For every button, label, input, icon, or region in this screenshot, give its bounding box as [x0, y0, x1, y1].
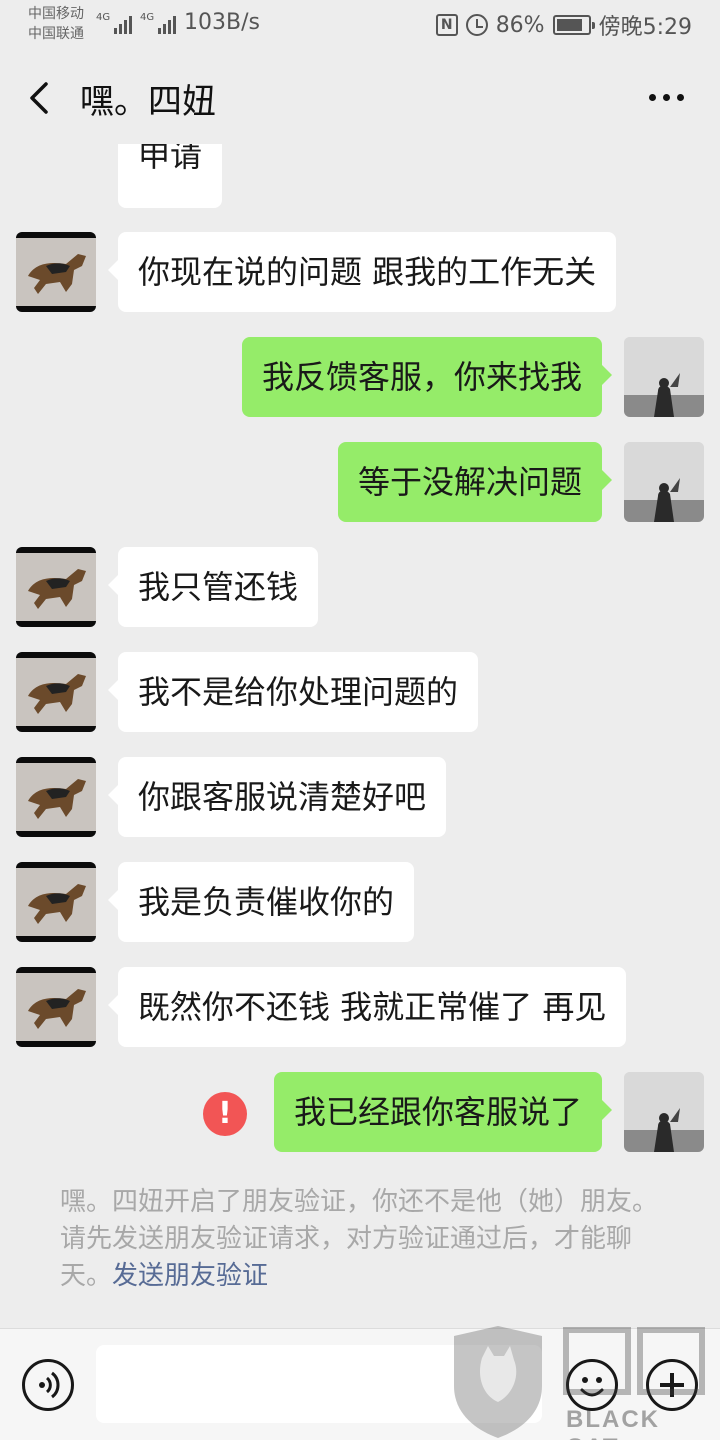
- emoji-icon[interactable]: [566, 1359, 618, 1411]
- message-row: 我反馈客服，你来找我: [0, 337, 720, 417]
- message-bubble-incoming[interactable]: 申请: [118, 144, 223, 208]
- chat-header: 嘿。四妞: [0, 52, 720, 144]
- message-row: 等于没解决问题: [0, 442, 720, 522]
- message-row: 我只管还钱: [0, 547, 720, 627]
- carrier-names: 中国移动 中国联通: [28, 4, 84, 44]
- voice-icon[interactable]: [22, 1359, 74, 1411]
- net-speed: 103B/s: [184, 10, 260, 35]
- battery-percent: 86%: [495, 12, 545, 38]
- send-friend-verification-link[interactable]: 发送朋友验证: [112, 1261, 268, 1291]
- nfc-icon: N: [435, 14, 458, 36]
- battery-fill: [556, 19, 583, 31]
- message-bubble-outgoing[interactable]: 我已经跟你客服说了: [273, 1072, 613, 1152]
- message-bubble-outgoing[interactable]: 等于没解决问题: [337, 442, 613, 522]
- signal-icon-1: 4G: [96, 12, 133, 34]
- message-bubble-incoming[interactable]: 我只管还钱: [107, 547, 319, 627]
- status-right: N 86% 傍晚5:29: [435, 9, 692, 41]
- page-title: 嘿。四妞: [80, 82, 216, 122]
- contact-avatar[interactable]: [16, 547, 96, 627]
- system-notice: 嘿。四妞开启了朋友验证，你还不是他（她）朋友。请先发送朋友验证请求，对方验证通过…: [60, 1184, 670, 1295]
- chevron-left-icon[interactable]: [26, 82, 52, 114]
- contact-avatar[interactable]: [16, 652, 96, 732]
- message-bubble-incoming[interactable]: 你跟客服说清楚好吧: [107, 757, 447, 837]
- message-bubble-incoming[interactable]: 既然你不还钱 我就正常催了 再见: [107, 967, 627, 1047]
- status-bar: 中国移动 中国联通 4G 4G 103B/s N 86% 傍晚5:29: [0, 0, 720, 52]
- message-row: 你跟客服说清楚好吧: [0, 757, 720, 837]
- message-row: ! 我已经跟你客服说了: [0, 1072, 720, 1152]
- message-bubble-incoming[interactable]: 你现在说的问题 跟我的工作无关: [107, 232, 617, 312]
- message-row: 申请: [0, 144, 720, 208]
- alarm-icon: [465, 14, 488, 36]
- message-bubble-outgoing[interactable]: 我反馈客服，你来找我: [241, 337, 613, 417]
- clock: 傍晚5:29: [598, 15, 692, 40]
- message-row: 我不是给你处理问题的: [0, 652, 720, 732]
- contact-avatar[interactable]: [16, 757, 96, 837]
- user-avatar[interactable]: [624, 1072, 704, 1152]
- carrier-2: 中国联通: [28, 26, 84, 42]
- message-row: 既然你不还钱 我就正常催了 再见: [0, 967, 720, 1047]
- message-bubble-incoming[interactable]: 我是负责催收你的: [107, 862, 415, 942]
- plus-icon[interactable]: [646, 1359, 698, 1411]
- contact-avatar[interactable]: [16, 967, 96, 1047]
- user-avatar[interactable]: [624, 337, 704, 417]
- message-row: 我是负责催收你的: [0, 862, 720, 942]
- carrier-1: 中国移动: [28, 6, 84, 22]
- message-input[interactable]: [96, 1345, 542, 1423]
- chat-history[interactable]: 申请 你现在说的问题 跟我的工作无关 我反馈客服，你来找我 等于没解决问题 我只…: [0, 144, 720, 1328]
- message-row: 你现在说的问题 跟我的工作无关: [0, 232, 720, 312]
- message-bubble-incoming[interactable]: 我不是给你处理问题的: [107, 652, 479, 732]
- battery-icon: [552, 15, 595, 35]
- user-avatar[interactable]: [624, 442, 704, 522]
- send-failed-icon[interactable]: !: [203, 1092, 247, 1136]
- signal-icon-2: 4G: [140, 12, 177, 34]
- contact-avatar[interactable]: [16, 862, 96, 942]
- input-bar: [0, 1328, 720, 1440]
- more-icon[interactable]: [649, 94, 684, 101]
- contact-avatar[interactable]: [16, 232, 96, 312]
